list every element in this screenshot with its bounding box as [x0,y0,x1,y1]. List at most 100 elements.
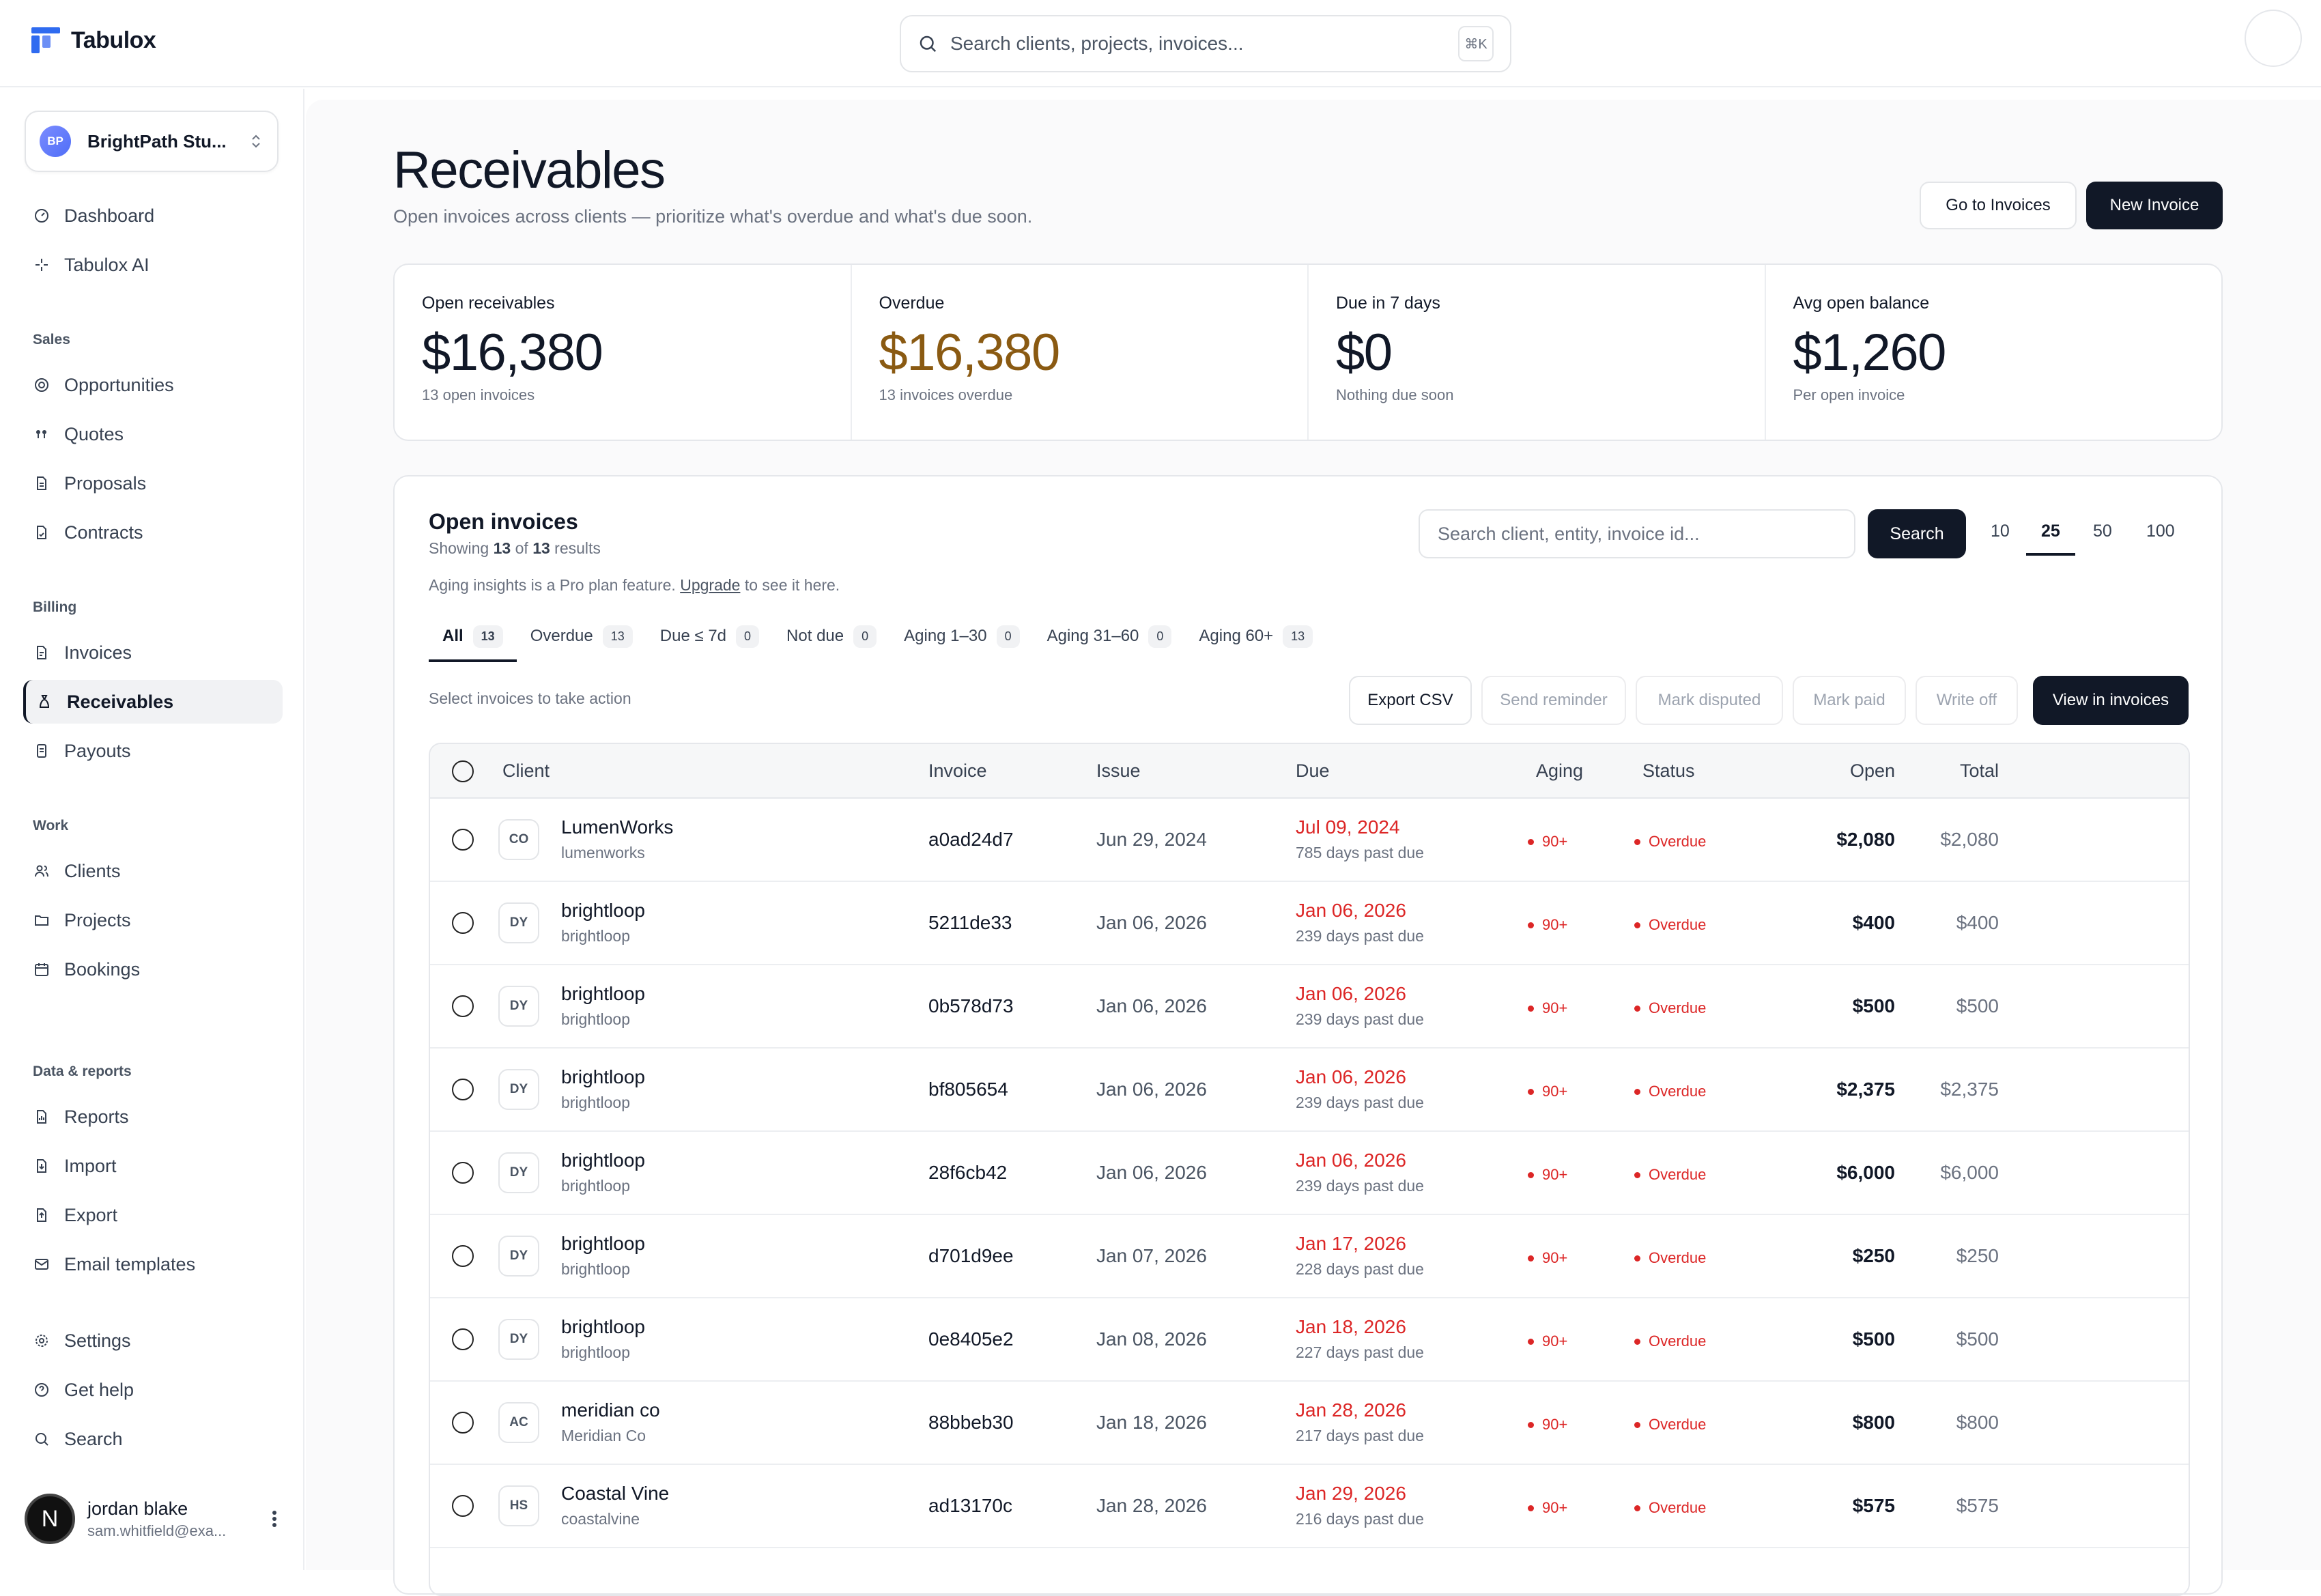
client-name[interactable]: brightloop [561,1233,645,1255]
aging-badge: 90+ [1528,1333,1567,1350]
client-name[interactable]: Coastal Vine [561,1483,669,1505]
tab-all[interactable]: All 13 [429,617,517,662]
table-body: CO LumenWorks lumenworks a0ad24d7 Jun 29, 20… [430,799,2189,1548]
page-size-100[interactable]: 100 [2146,522,2175,541]
invoice-id[interactable]: 88bbeb30 [928,1412,1014,1434]
row-checkbox[interactable] [452,1245,474,1267]
due-date: Jan 28, 2026 [1296,1399,1406,1421]
col-invoice[interactable]: Invoice [928,760,987,782]
col-status[interactable]: Status [1642,760,1695,782]
export-csv-button[interactable]: Export CSV [1349,676,1472,725]
write-off-button[interactable]: Write off [1916,676,2018,725]
table-row[interactable]: DY brightloop brightloop bf805654 Jan 06, 20… [430,1049,2189,1132]
table-row[interactable]: AC meridian co Meridian Co 88bbeb30 Jan 18, … [430,1382,2189,1465]
tab-aging-60-plus[interactable]: Aging 60+ 13 [1185,617,1326,655]
new-invoice-button[interactable]: New Invoice [2086,182,2223,229]
invoice-id[interactable]: 28f6cb42 [928,1162,1007,1184]
stat-sub: 13 open invoices [422,386,535,403]
invoice-search-input[interactable]: Search client, entity, invoice id... [1419,509,1855,558]
tab-due-7d[interactable]: Due ≤ 7d 0 [646,617,773,655]
invoice-id[interactable]: 5211de33 [928,912,1012,934]
sidebar-item-invoices[interactable]: Invoices [23,631,283,674]
page-size-50[interactable]: 50 [2093,522,2112,541]
invoice-id[interactable]: d701d9ee [928,1245,1014,1267]
invoice-id[interactable]: 0e8405e2 [928,1328,1014,1350]
table-row[interactable]: DY brightloop brightloop 0b578d73 Jan 06, 20… [430,965,2189,1049]
row-checkbox[interactable] [452,1162,474,1184]
row-checkbox[interactable] [452,1495,474,1517]
row-checkbox[interactable] [452,1412,474,1434]
due-date: Jan 06, 2026 [1296,1066,1406,1087]
page-subtitle: Open invoices across clients — prioritiz… [393,206,1033,227]
select-all-checkbox[interactable] [452,760,474,782]
view-in-invoices-button[interactable]: View in invoices [2033,676,2189,725]
client-name[interactable]: brightloop [561,1150,645,1171]
sidebar-item-search[interactable]: Search [23,1417,283,1461]
sidebar-item-proposals[interactable]: Proposals [23,461,283,505]
sidebar-item-quotes[interactable]: Quotes [23,412,283,456]
sidebar-item-reports[interactable]: Reports [23,1095,283,1139]
page-size-10[interactable]: 10 [1991,522,2010,541]
client-name[interactable]: brightloop [561,900,645,922]
row-checkbox[interactable] [452,1328,474,1350]
row-checkbox[interactable] [452,995,474,1017]
sidebar-item-email-templates[interactable]: Email templates [23,1242,283,1286]
sidebar-item-tabulox-ai[interactable]: Tabulox AI [23,243,283,287]
col-due[interactable]: Due [1296,760,1330,782]
col-open[interactable]: Open [1850,760,1895,782]
tab-overdue[interactable]: Overdue 13 [517,617,646,655]
sidebar-item-projects[interactable]: Projects [23,898,283,942]
client-name[interactable]: brightloop [561,1066,645,1088]
sidebar-item-dashboard[interactable]: Dashboard [23,194,283,238]
client-name[interactable]: LumenWorks [561,816,673,838]
go-to-invoices-button[interactable]: Go to Invoices [1920,182,2077,229]
global-search-input[interactable]: Search clients, projects, invoices... ⌘K [900,15,1511,72]
row-checkbox[interactable] [452,829,474,851]
tab-not-due[interactable]: Not due 0 [773,617,890,655]
sidebar-item-receivables[interactable]: Receivables [23,680,283,724]
client-name[interactable]: brightloop [561,1316,645,1338]
invoice-id[interactable]: ad13170c [928,1495,1012,1517]
upgrade-link[interactable]: Upgrade [680,576,740,594]
user-menu[interactable]: N jordan blake sam.whitfield@exa... [25,1488,279,1550]
table-row[interactable]: DY brightloop brightloop 0e8405e2 Jan 08, 20… [430,1298,2189,1382]
page-size-25[interactable]: 25 [2041,522,2060,541]
table-row[interactable]: DY brightloop brightloop 28f6cb42 Jan 06, 20… [430,1132,2189,1215]
table-row[interactable]: DY brightloop brightloop d701d9ee Jan 07, 20… [430,1215,2189,1298]
tab-aging-31-60[interactable]: Aging 31–60 0 [1034,617,1186,655]
table-row[interactable]: HS Coastal Vine coastalvine ad13170c Jan 28,… [430,1465,2189,1548]
sidebar-item-import[interactable]: Import [23,1144,283,1188]
row-checkbox[interactable] [452,912,474,934]
mark-disputed-button[interactable]: Mark disputed [1636,676,1783,725]
col-total[interactable]: Total [1960,760,1999,782]
sidebar-item-get-help[interactable]: Get help [23,1368,283,1412]
sidebar-item-settings[interactable]: Settings [23,1319,283,1363]
invoice-id[interactable]: 0b578d73 [928,995,1014,1017]
top-avatar[interactable] [2245,10,2302,67]
col-aging[interactable]: Aging [1536,760,1583,782]
more-vertical-icon[interactable] [270,1509,279,1529]
sidebar-item-payouts[interactable]: Payouts [23,729,283,773]
sidebar-item-export[interactable]: Export [23,1193,283,1237]
table-row[interactable]: CO LumenWorks lumenworks a0ad24d7 Jun 29, 20… [430,799,2189,882]
invoice-id[interactable]: bf805654 [928,1079,1008,1100]
col-client[interactable]: Client [502,760,550,782]
client-name[interactable]: meridian co [561,1399,660,1421]
money-bag-icon [35,693,53,711]
sidebar-item-clients[interactable]: Clients [23,849,283,893]
col-issue[interactable]: Issue [1096,760,1141,782]
sidebar-item-opportunities[interactable]: Opportunities [23,363,283,407]
client-name[interactable]: brightloop [561,983,645,1005]
table-row[interactable]: DY brightloop brightloop 5211de33 Jan 06, 20… [430,882,2189,965]
tab-aging-1-30[interactable]: Aging 1–30 0 [890,617,1033,655]
mark-paid-button[interactable]: Mark paid [1793,676,1906,725]
send-reminder-button[interactable]: Send reminder [1481,676,1626,725]
workspace-switcher[interactable]: BP BrightPath Stu... [25,111,279,172]
aging-badge: 90+ [1528,1249,1567,1267]
row-checkbox[interactable] [452,1079,474,1100]
app-logo[interactable]: Tabulox [31,26,156,55]
invoice-search-button[interactable]: Search [1868,509,1966,558]
sidebar-item-bookings[interactable]: Bookings [23,947,283,991]
sidebar-item-contracts[interactable]: Contracts [23,511,283,554]
invoice-id[interactable]: a0ad24d7 [928,829,1014,851]
